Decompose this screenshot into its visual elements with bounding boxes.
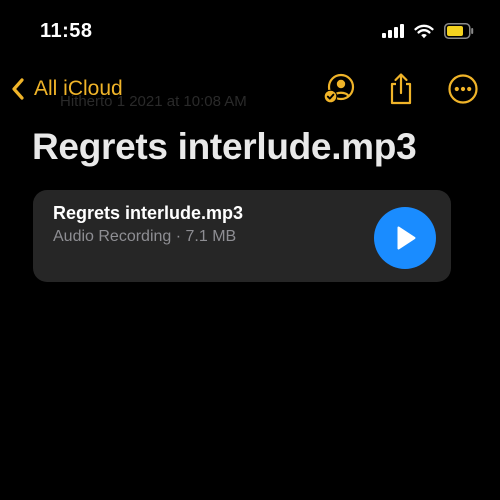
collaborate-button[interactable] <box>321 72 355 106</box>
notes-screen: 11:58 Hitherto 1 2021 at 10:08 AM All iC… <box>0 0 500 500</box>
play-icon <box>374 207 436 269</box>
share-icon <box>390 73 412 105</box>
wifi-icon <box>414 24 434 38</box>
audio-attachment-card[interactable]: Regrets interlude.mp3 Audio Recording · … <box>33 190 451 282</box>
attachment-file-name: Regrets interlude.mp3 <box>53 203 244 223</box>
back-label: All iCloud <box>34 77 123 100</box>
status-time: 11:58 <box>40 20 93 42</box>
navigation-bar: All iCloud <box>0 66 500 112</box>
collaborate-icon <box>323 73 355 104</box>
chevron-left-icon <box>12 78 24 100</box>
attachment-meta: Audio Recording · 7.1 MB <box>53 228 237 245</box>
back-button[interactable]: All iCloud <box>10 72 123 106</box>
more-button[interactable] <box>446 72 480 106</box>
cellular-signal-icon <box>382 24 404 38</box>
note-title[interactable]: Regrets interlude.mp3 <box>32 126 417 168</box>
battery-icon <box>444 23 474 39</box>
more-icon <box>448 74 478 104</box>
play-button[interactable] <box>374 207 436 269</box>
status-icons <box>382 20 474 42</box>
share-button[interactable] <box>384 72 418 106</box>
